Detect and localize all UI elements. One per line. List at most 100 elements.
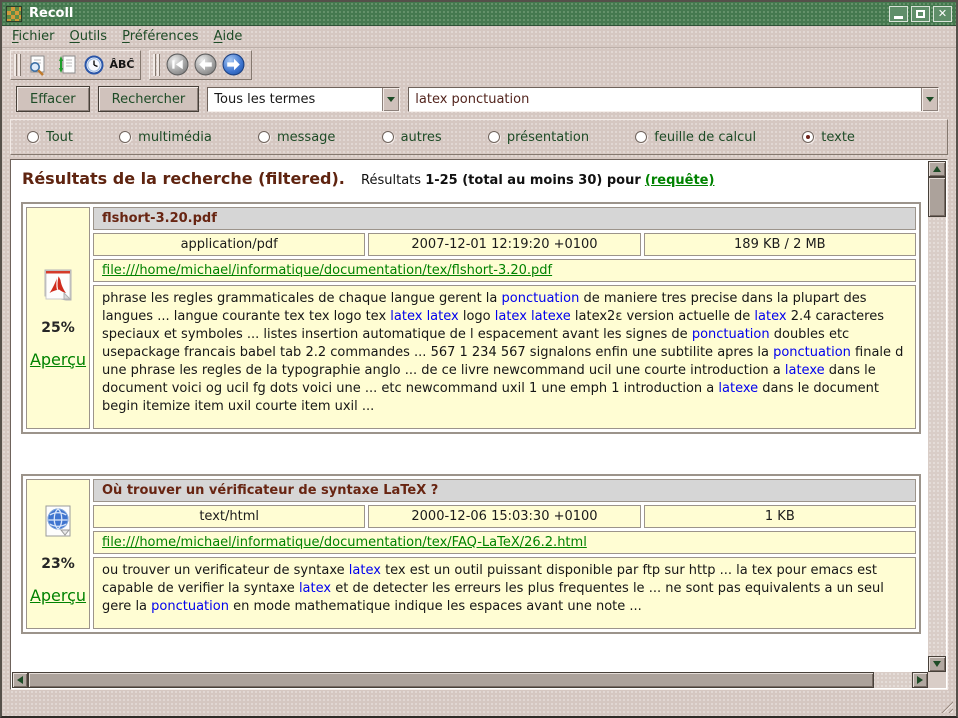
vertical-scrollbar[interactable] bbox=[928, 161, 946, 672]
snippet-text: logo bbox=[459, 309, 495, 324]
radio-icon[interactable] bbox=[488, 131, 500, 143]
filter-label: Tout bbox=[46, 130, 73, 145]
toolbar-group-tools: ÂBĈ bbox=[10, 50, 141, 80]
query-history-dropdown-button[interactable] bbox=[921, 88, 938, 111]
result-url-row: file:///home/michael/informatique/docume… bbox=[93, 531, 916, 554]
result-snippet: phrase les regles grammaticales de chaqu… bbox=[93, 285, 916, 429]
search-result: 23%AperçuOù trouver un vérificateur de s… bbox=[21, 474, 921, 634]
snippet-text: en mode mathematique indique les espaces… bbox=[229, 599, 642, 614]
document-sort-icon bbox=[54, 53, 78, 77]
horizontal-scrollbar-thumb[interactable] bbox=[28, 672, 874, 688]
query-input[interactable]: latex ponctuation bbox=[408, 87, 939, 112]
filter-option-message[interactable]: message bbox=[258, 130, 335, 145]
search-row: Effacer Rechercher Tous les termes latex… bbox=[2, 81, 956, 117]
category-filter-bar: Tout multimédia message autres présentation f… bbox=[10, 119, 948, 155]
results-header: Résultats de la recherche (filtered). Ré… bbox=[12, 161, 928, 190]
results-list: 25%Aperçuflshort-3.20.pdfapplication/pdf… bbox=[12, 202, 928, 634]
filter-option-feuille-de-calcul[interactable]: feuille de calcul bbox=[635, 130, 756, 145]
result-url-link[interactable]: file:///home/michael/informatique/docume… bbox=[102, 263, 552, 278]
radio-icon[interactable] bbox=[27, 131, 39, 143]
next-page-icon bbox=[222, 53, 245, 76]
filter-label: présentation bbox=[507, 130, 589, 145]
minimize-icon bbox=[894, 16, 903, 19]
search-mode-select[interactable]: Tous les termes bbox=[207, 87, 400, 112]
filter-option-tout[interactable]: Tout bbox=[27, 130, 73, 145]
filter-label: message bbox=[277, 130, 335, 145]
result-title: flshort-3.20.pdf bbox=[93, 207, 916, 230]
scroll-left-button[interactable] bbox=[12, 672, 28, 688]
radio-icon[interactable] bbox=[635, 131, 647, 143]
first-page-button[interactable] bbox=[163, 52, 191, 78]
recoll-window: Recoll ✕ Fichier Outils Préférences Aide bbox=[0, 0, 958, 718]
results-header-title: Résultats de la recherche (filtered). bbox=[22, 169, 345, 188]
radio-icon[interactable] bbox=[258, 131, 270, 143]
minimize-button[interactable] bbox=[889, 6, 908, 22]
toolbar: ÂBĈ bbox=[2, 48, 956, 81]
relevance-percent: 25% bbox=[41, 320, 75, 336]
statusbar bbox=[2, 690, 956, 716]
window-controls: ✕ bbox=[889, 6, 952, 22]
query-value: latex ponctuation bbox=[409, 92, 921, 107]
results-panel: Résultats de la recherche (filtered). Ré… bbox=[10, 159, 948, 690]
query-details-link[interactable]: (requête) bbox=[645, 173, 715, 188]
results-header-range: 1-25 (total au moins 30) pour bbox=[425, 173, 641, 188]
arrow-down-icon bbox=[933, 661, 941, 667]
next-page-button[interactable] bbox=[219, 52, 247, 78]
search-button[interactable]: Rechercher bbox=[98, 86, 200, 112]
resize-grip[interactable] bbox=[938, 698, 953, 713]
toolbar-handle[interactable] bbox=[153, 54, 160, 76]
chevron-down-icon bbox=[387, 97, 395, 102]
result-title: Où trouver un vérificateur de syntaxe La… bbox=[93, 479, 916, 502]
result-meta-row: text/html2000-12-06 15:03:30 +01001 KB bbox=[93, 505, 916, 528]
radio-icon[interactable] bbox=[382, 131, 394, 143]
previous-page-button[interactable] bbox=[191, 52, 219, 78]
chevron-down-icon bbox=[926, 97, 934, 102]
highlighted-term: latex bbox=[427, 309, 459, 324]
highlighted-term: latex bbox=[495, 309, 527, 324]
maximize-button[interactable] bbox=[911, 6, 930, 22]
filter-option-autres[interactable]: autres bbox=[382, 130, 442, 145]
vertical-scrollbar-thumb[interactable] bbox=[928, 177, 946, 217]
sort-by-date-button[interactable] bbox=[52, 52, 80, 78]
highlighted-term: ponctuation bbox=[773, 345, 851, 360]
horizontal-scrollbar[interactable] bbox=[12, 672, 928, 688]
results-viewport: Résultats de la recherche (filtered). Ré… bbox=[12, 161, 928, 672]
search-mode-value: Tous les termes bbox=[208, 92, 382, 107]
horizontal-scrollbar-track[interactable] bbox=[28, 672, 912, 688]
scroll-up-button[interactable] bbox=[928, 161, 946, 177]
result-icon-cell: 23%Aperçu bbox=[26, 479, 90, 629]
menu-item-outils[interactable]: Outils bbox=[70, 29, 108, 44]
close-button[interactable]: ✕ bbox=[933, 6, 952, 22]
filter-option-presentation[interactable]: présentation bbox=[488, 130, 589, 145]
result-snippet: ou trouver un verificateur de syntaxe la… bbox=[93, 557, 916, 629]
result-url-link[interactable]: file:///home/michael/informatique/docume… bbox=[102, 535, 587, 550]
filter-option-texte[interactable]: texte bbox=[802, 130, 855, 145]
arrow-right-icon bbox=[917, 676, 923, 684]
show-query-details-button[interactable] bbox=[24, 52, 52, 78]
clear-button[interactable]: Effacer bbox=[16, 86, 90, 112]
filter-label: texte bbox=[821, 130, 855, 145]
document-search-icon bbox=[26, 53, 50, 77]
scroll-down-button[interactable] bbox=[928, 656, 946, 672]
radio-icon[interactable] bbox=[802, 131, 814, 143]
search-mode-dropdown-button[interactable] bbox=[382, 88, 399, 111]
filter-option-multimedia[interactable]: multimédia bbox=[119, 130, 212, 145]
menu-item-fichier[interactable]: Fichier bbox=[12, 29, 55, 44]
app-icon bbox=[6, 6, 22, 22]
preview-link[interactable]: Aperçu bbox=[30, 350, 86, 369]
menu-item-aide[interactable]: Aide bbox=[214, 29, 243, 44]
highlighted-term: ponctuation bbox=[692, 327, 770, 342]
highlighted-term: latexe bbox=[718, 381, 758, 396]
sort-by-date-desc-button[interactable] bbox=[80, 52, 108, 78]
radio-icon[interactable] bbox=[119, 131, 131, 143]
toolbar-handle[interactable] bbox=[14, 54, 21, 76]
preview-link[interactable]: Aperçu bbox=[30, 586, 86, 605]
scroll-right-button[interactable] bbox=[912, 672, 928, 688]
arrow-left-icon bbox=[17, 676, 23, 684]
titlebar[interactable]: Recoll ✕ bbox=[2, 2, 956, 26]
result-size-cell: 1 KB bbox=[644, 505, 916, 528]
menu-item-preferences[interactable]: Préférences bbox=[122, 29, 198, 44]
highlighted-term: ponctuation bbox=[151, 599, 229, 614]
term-explorer-button[interactable]: ÂBĈ bbox=[108, 52, 136, 78]
result-size-cell: 189 KB / 2 MB bbox=[644, 233, 916, 256]
